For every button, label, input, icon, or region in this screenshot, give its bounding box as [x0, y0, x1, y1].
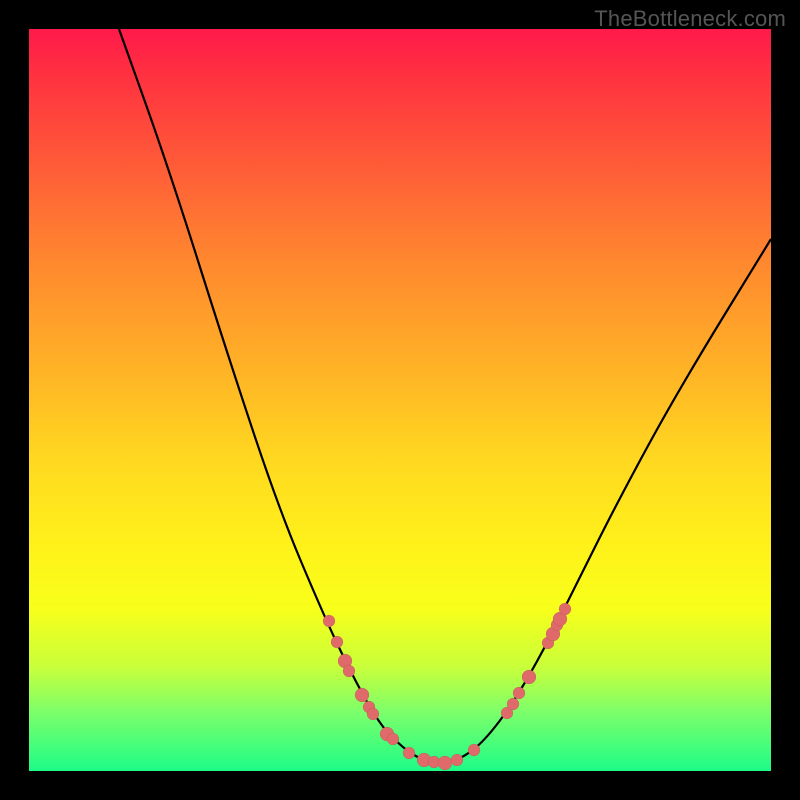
data-dot — [343, 665, 355, 677]
data-dot — [507, 698, 519, 710]
data-dot — [331, 636, 343, 648]
data-dot — [403, 747, 415, 759]
data-dot — [559, 603, 571, 615]
chart-svg — [29, 29, 771, 771]
watermark-text: TheBottleneck.com — [594, 6, 786, 32]
bottleneck-curve — [119, 29, 771, 763]
data-dot — [387, 733, 399, 745]
data-dot — [355, 688, 369, 702]
data-dot — [367, 708, 379, 720]
data-dot — [451, 754, 463, 766]
data-dot — [513, 687, 525, 699]
data-dot — [468, 744, 480, 756]
data-dot — [522, 670, 536, 684]
data-dot — [323, 615, 335, 627]
data-dot — [438, 756, 452, 770]
chart-frame — [29, 29, 771, 771]
data-dots — [323, 603, 571, 770]
